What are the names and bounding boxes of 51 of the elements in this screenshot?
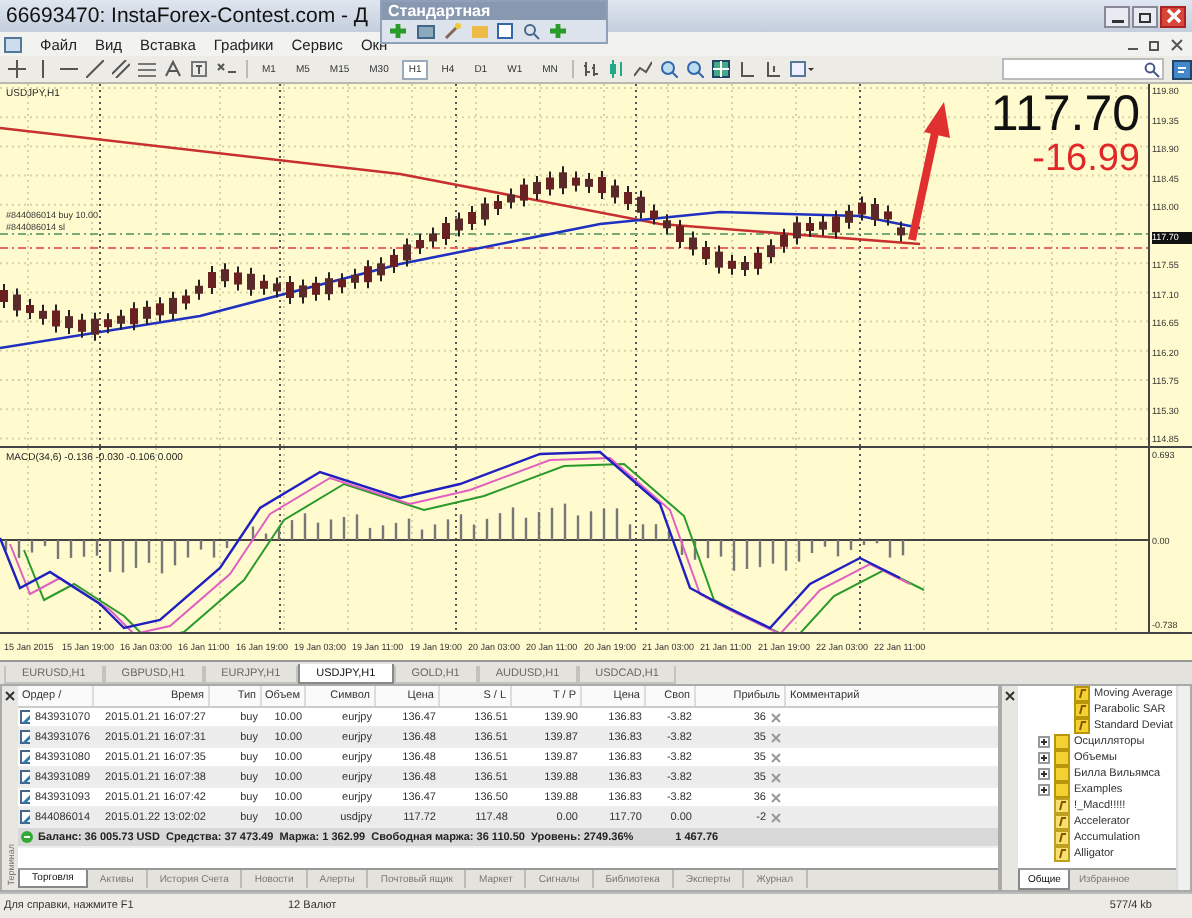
wand-icon[interactable] xyxy=(444,22,462,40)
template-icon[interactable] xyxy=(789,60,814,78)
bar-chart-icon[interactable] xyxy=(581,60,600,78)
order-icon xyxy=(20,750,31,764)
line-chart-icon[interactable] xyxy=(633,60,652,78)
order-icon xyxy=(20,810,31,824)
window-title: 66693470: InstaForex-Contest.com - Д xyxy=(6,4,369,28)
zoom-in-icon[interactable] xyxy=(659,60,678,78)
channel-icon[interactable] xyxy=(112,60,130,78)
order-icon xyxy=(20,790,31,804)
toolbar-title: Стандартная xyxy=(382,2,606,20)
expand-icon[interactable] xyxy=(1038,752,1050,764)
close-order-icon[interactable] xyxy=(770,791,782,803)
crosshair-icon[interactable] xyxy=(8,60,26,78)
close-order-icon[interactable] xyxy=(770,711,782,723)
chat-icon[interactable] xyxy=(1172,59,1192,79)
balance-icon xyxy=(20,830,34,844)
zoom-out-icon[interactable] xyxy=(685,60,704,78)
minimize-button[interactable] xyxy=(1104,5,1130,27)
close-icon xyxy=(1165,8,1181,24)
close-icon[interactable] xyxy=(1004,690,1016,702)
search-field[interactable] xyxy=(1002,58,1164,80)
close-order-icon[interactable] xyxy=(770,751,782,763)
expand-icon[interactable] xyxy=(1038,784,1050,796)
change-overlay: -16.99 xyxy=(1032,140,1140,180)
search-icon[interactable] xyxy=(522,22,540,40)
chart-shift-icon[interactable] xyxy=(763,60,782,78)
order-icon xyxy=(20,730,31,744)
close-icon[interactable] xyxy=(1170,37,1184,51)
arrow-annotation xyxy=(904,100,956,244)
window-icon[interactable] xyxy=(496,22,514,40)
close-icon[interactable] xyxy=(4,690,16,702)
search-icon xyxy=(1144,61,1160,77)
restore-button[interactable] xyxy=(1132,5,1158,27)
plus-icon[interactable] xyxy=(388,22,408,40)
fibonacci-icon[interactable] xyxy=(138,60,156,78)
label-icon[interactable] xyxy=(190,60,208,78)
arrows-icon[interactable] xyxy=(216,60,238,78)
trendline-icon[interactable] xyxy=(86,60,104,78)
close-button[interactable] xyxy=(1160,5,1186,27)
expand-icon[interactable] xyxy=(1038,736,1050,748)
profiles-icon[interactable] xyxy=(416,22,436,40)
app-icon xyxy=(4,35,22,53)
scrollbar[interactable] xyxy=(1176,686,1190,890)
plus-icon[interactable] xyxy=(548,22,568,40)
tile-icon[interactable] xyxy=(711,60,730,78)
price-overlay: 117.70 xyxy=(990,88,1140,140)
text-icon[interactable] xyxy=(164,60,182,78)
expand-icon[interactable] xyxy=(1038,768,1050,780)
autoscroll-icon[interactable] xyxy=(737,60,756,78)
order-icon xyxy=(20,770,31,784)
